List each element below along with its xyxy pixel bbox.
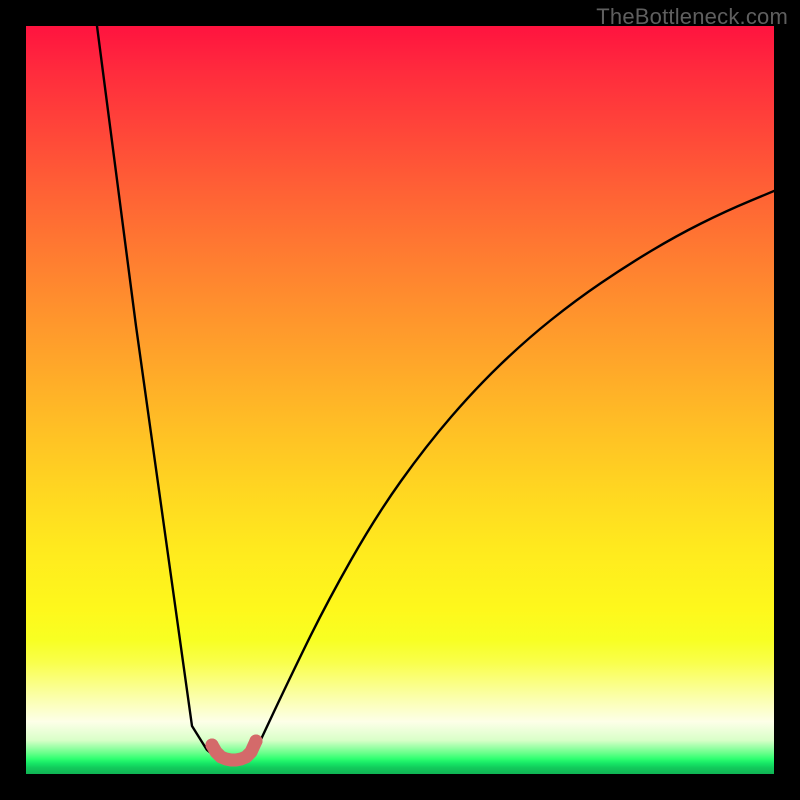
valley-marker-stroke bbox=[212, 741, 256, 760]
valley-marker-dot bbox=[206, 739, 219, 752]
valley-marker-dot bbox=[250, 735, 263, 748]
curve-svg bbox=[26, 26, 774, 774]
plot-area bbox=[26, 26, 774, 774]
bottleneck-curve bbox=[97, 26, 774, 760]
valley-markers bbox=[206, 735, 263, 761]
chart-container: TheBottleneck.com bbox=[0, 0, 800, 800]
